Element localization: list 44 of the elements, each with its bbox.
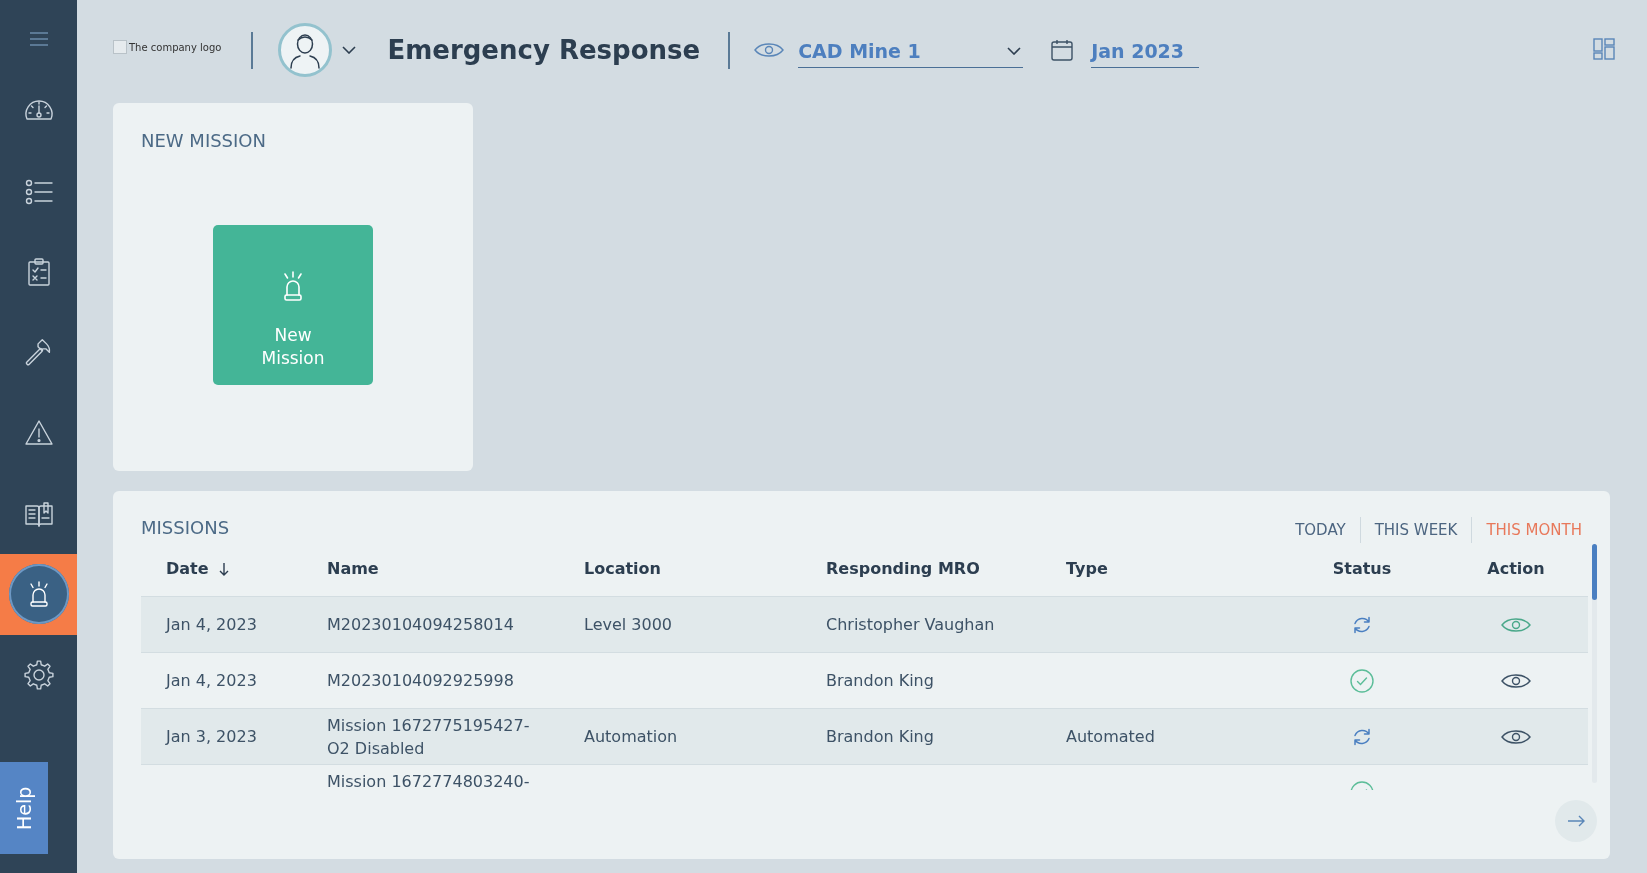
table-row[interactable]: Jan 4, 2023 M20230104094258014 Level 3000 Christopher Vaughan bbox=[141, 597, 1588, 653]
table-cell-text: M20230104094258014 bbox=[327, 614, 514, 636]
help-button[interactable]: Help bbox=[0, 762, 48, 854]
table-cell-text: Brandon King bbox=[826, 726, 934, 748]
eye-icon[interactable] bbox=[1501, 671, 1531, 690]
table-cell-text: Automation bbox=[584, 726, 678, 748]
gear-icon[interactable] bbox=[22, 658, 55, 691]
page-title: Emergency Response bbox=[387, 35, 701, 65]
nav-item[interactable] bbox=[0, 554, 77, 635]
column-header[interactable]: Location bbox=[584, 559, 661, 578]
calendar-icon bbox=[1050, 38, 1075, 62]
card-title: MISSIONS bbox=[141, 516, 230, 540]
column-header[interactable]: Responding MRO bbox=[826, 559, 980, 578]
table-cell-text: M20230104092925998 bbox=[327, 670, 514, 692]
column-header[interactable]: Status bbox=[1332, 559, 1392, 578]
scrollbar-thumb[interactable] bbox=[1592, 544, 1597, 600]
table-cell-text: Jan 3, 2023 bbox=[166, 726, 257, 748]
arrow-right-icon bbox=[1567, 815, 1585, 827]
eye-icon[interactable] bbox=[1501, 727, 1531, 746]
table-cell-text: Jan 4, 2023 bbox=[166, 670, 257, 692]
column-header[interactable]: Action bbox=[1487, 559, 1545, 578]
table-cell-text: Automated bbox=[1066, 726, 1155, 748]
eye-icon bbox=[754, 41, 785, 59]
table-cell-text: Christopher Vaughan bbox=[826, 614, 995, 636]
next-button[interactable] bbox=[1555, 800, 1597, 842]
chevron-down-icon bbox=[1007, 46, 1022, 55]
layout-icon[interactable] bbox=[1593, 38, 1615, 60]
card-title: NEW MISSION bbox=[141, 129, 266, 153]
avatar-icon[interactable] bbox=[278, 23, 333, 77]
broken-image-icon bbox=[113, 40, 127, 54]
table-cell-text: Brandon King bbox=[826, 670, 934, 692]
table-row[interactable]: Jan 3, 2023 Mission 1672775195427-O2 Disabled Automation Brandon King Automated bbox=[141, 709, 1588, 765]
chevron-down-icon[interactable] bbox=[342, 46, 357, 54]
column-header[interactable]: Type bbox=[1066, 559, 1108, 578]
table-cell-text: Mission 1672775195427-O2 Disabled bbox=[327, 714, 531, 760]
sort-arrow-icon[interactable] bbox=[218, 561, 229, 576]
table-cell-text: Level 3000 bbox=[584, 614, 673, 636]
column-header[interactable]: Date bbox=[166, 559, 209, 578]
filter-tab[interactable]: THIS WEEK bbox=[1360, 519, 1472, 541]
filter-tab[interactable]: TODAY bbox=[1281, 519, 1360, 541]
column-header[interactable]: Name bbox=[327, 559, 379, 578]
table-cell-text: Jan 4, 2023 bbox=[166, 614, 257, 636]
table-cell-text: Mission 1672774803240- bbox=[327, 771, 530, 790]
logo-alt-text: The company logo bbox=[129, 41, 222, 53]
